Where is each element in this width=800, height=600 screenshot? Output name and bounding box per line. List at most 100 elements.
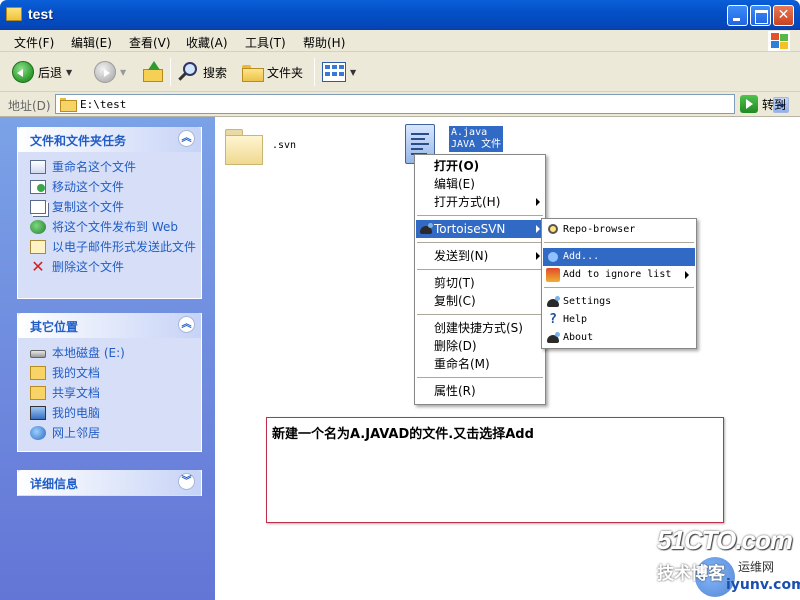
task-email[interactable]: 以电子邮件形式发送此文件 bbox=[30, 240, 201, 254]
menu-item-properties[interactable]: 属性(R) bbox=[416, 382, 544, 400]
place-label: 本地磁盘 (E:) bbox=[52, 346, 125, 360]
up-folder-button[interactable] bbox=[142, 60, 164, 84]
svn-folder-icon[interactable] bbox=[223, 125, 263, 165]
menu-favorites[interactable]: 收藏(A) bbox=[186, 34, 228, 51]
task-label: 移动这个文件 bbox=[52, 180, 125, 194]
menu-file[interactable]: 文件(F) bbox=[14, 34, 54, 51]
watermark-url: iyunv.com bbox=[726, 577, 800, 593]
svn-item-settings[interactable]: Settings bbox=[543, 293, 695, 311]
menu-item-copy[interactable]: 复制(C) bbox=[416, 292, 544, 310]
task-move[interactable]: 移动这个文件 bbox=[30, 180, 201, 194]
folders-button[interactable]: 文件夹 bbox=[241, 60, 303, 84]
back-label: 后退 bbox=[38, 65, 63, 80]
submenu-arrow-icon bbox=[536, 198, 540, 206]
menu-item-delete[interactable]: 删除(D) bbox=[416, 337, 544, 355]
about-icon bbox=[546, 331, 560, 345]
rename-icon bbox=[30, 160, 46, 174]
menu-help[interactable]: 帮助(H) bbox=[303, 34, 345, 51]
address-path: E:\test bbox=[80, 98, 127, 111]
email-icon bbox=[30, 240, 46, 254]
minimize-button[interactable] bbox=[727, 5, 748, 26]
repo-browser-icon bbox=[548, 224, 558, 234]
details-title: 详细信息 bbox=[30, 477, 79, 491]
menu-item-open[interactable]: 打开(O) bbox=[416, 157, 544, 175]
forward-dropdown-icon[interactable]: ▼ bbox=[120, 68, 126, 77]
task-label: 删除这个文件 bbox=[52, 260, 125, 274]
go-button[interactable]: 转到 bbox=[740, 95, 786, 113]
close-button[interactable]: ✕ bbox=[773, 5, 794, 26]
svn-item-help[interactable]: ? Help bbox=[543, 311, 695, 329]
menu-tools[interactable]: 工具(T) bbox=[245, 34, 286, 51]
publish-web-icon bbox=[30, 220, 46, 234]
up-folder-icon bbox=[142, 61, 164, 83]
svn-folder-label[interactable]: .svn bbox=[272, 140, 296, 151]
svn-item-label: Add to ignore list bbox=[563, 269, 672, 280]
details-panel: 详细信息 ︾ bbox=[17, 470, 202, 496]
go-label: 转到 bbox=[762, 97, 787, 112]
menu-item-edit[interactable]: 编辑(E) bbox=[416, 175, 544, 193]
my-computer-icon bbox=[30, 406, 46, 420]
windows-logo-icon bbox=[768, 31, 790, 51]
svn-item-label: Repo-browser bbox=[563, 224, 636, 235]
shared-documents-icon bbox=[30, 386, 46, 400]
watermark-ops: 运维网 bbox=[738, 560, 775, 574]
file-name: A.java bbox=[451, 127, 488, 138]
svn-item-repo-browser[interactable]: Repo-browser bbox=[543, 221, 695, 239]
menu-item-send-to[interactable]: 发送到(N) bbox=[416, 247, 544, 265]
views-dropdown-icon[interactable]: ▼ bbox=[350, 68, 356, 77]
place-shared-documents[interactable]: 共享文档 bbox=[30, 386, 201, 400]
move-icon bbox=[30, 180, 46, 194]
task-rename[interactable]: 重命名这个文件 bbox=[30, 160, 201, 174]
drive-icon bbox=[30, 350, 46, 358]
svn-item-add-ignore[interactable]: Add to ignore list bbox=[543, 266, 695, 284]
place-network[interactable]: 网上邻居 bbox=[30, 426, 201, 440]
menu-bar: 文件(F) 编辑(E) 查看(V) 收藏(A) 工具(T) 帮助(H) bbox=[0, 30, 800, 52]
place-local-disk[interactable]: 本地磁盘 (E:) bbox=[30, 346, 201, 360]
other-places-header[interactable]: 其它位置 ︽ bbox=[18, 313, 201, 338]
menu-item-label: 发送到(N) bbox=[434, 249, 489, 263]
place-my-computer[interactable]: 我的电脑 bbox=[30, 406, 201, 420]
task-delete[interactable]: ✕ 删除这个文件 bbox=[30, 259, 201, 275]
menu-view[interactable]: 查看(V) bbox=[129, 34, 171, 51]
task-copy[interactable]: 复制这个文件 bbox=[30, 200, 201, 214]
place-label: 我的电脑 bbox=[52, 406, 101, 420]
maximize-button[interactable] bbox=[750, 5, 771, 26]
window-title: test bbox=[28, 6, 53, 22]
menu-item-open-with[interactable]: 打开方式(H) bbox=[416, 193, 544, 211]
back-button[interactable]: 后退 ▼ bbox=[12, 60, 72, 84]
place-my-documents[interactable]: 我的文档 bbox=[30, 366, 201, 380]
address-input[interactable]: E:\test bbox=[55, 94, 789, 114]
collapse-chevron-icon[interactable]: ︽ bbox=[178, 316, 195, 333]
menu-item-create-shortcut[interactable]: 创建快捷方式(S) bbox=[416, 319, 544, 337]
task-label: 以电子邮件形式发送此文件 bbox=[52, 240, 197, 254]
file-type: JAVA 文件 bbox=[451, 139, 502, 150]
menu-item-cut[interactable]: 剪切(T) bbox=[416, 274, 544, 292]
collapse-chevron-icon[interactable]: ︽ bbox=[178, 130, 195, 147]
forward-button[interactable]: ▼ bbox=[94, 60, 126, 84]
tortoisesvn-submenu: Repo-browser Add... Add to ignore list S… bbox=[541, 218, 697, 349]
menu-item-tortoisesvn[interactable]: TortoiseSVN bbox=[416, 220, 544, 238]
tortoise-icon bbox=[419, 222, 433, 236]
menu-item-rename[interactable]: 重命名(M) bbox=[416, 355, 544, 373]
copy-icon bbox=[30, 200, 46, 214]
network-icon bbox=[30, 426, 46, 440]
folders-label: 文件夹 bbox=[267, 65, 304, 80]
search-icon bbox=[177, 61, 199, 83]
title-bar[interactable]: test ✕ bbox=[0, 0, 800, 30]
other-places-panel: 其它位置 ︽ 本地磁盘 (E:) 我的文档 共享文档 我的电脑 网上邻居 bbox=[17, 313, 202, 452]
svn-item-add[interactable]: Add... bbox=[543, 248, 695, 266]
folder-icon bbox=[60, 98, 77, 112]
expand-chevron-icon[interactable]: ︾ bbox=[178, 473, 195, 490]
submenu-arrow-icon bbox=[536, 225, 540, 233]
details-header[interactable]: 详细信息 ︾ bbox=[18, 470, 201, 495]
selected-file-label[interactable]: A.java JAVA 文件 bbox=[449, 126, 504, 152]
menu-edit[interactable]: 编辑(E) bbox=[71, 34, 112, 51]
task-label: 将这个文件发布到 Web bbox=[52, 220, 178, 234]
views-button[interactable]: ▼ bbox=[322, 60, 356, 84]
context-menu: 打开(O) 编辑(E) 打开方式(H) TortoiseSVN 发送到(N) 剪… bbox=[414, 154, 546, 405]
svn-item-about[interactable]: About bbox=[543, 329, 695, 347]
file-tasks-header[interactable]: 文件和文件夹任务 ︽ bbox=[18, 127, 201, 152]
back-dropdown-icon[interactable]: ▼ bbox=[66, 68, 72, 77]
task-publish-web[interactable]: 将这个文件发布到 Web bbox=[30, 220, 201, 234]
search-button[interactable]: 搜索 bbox=[177, 60, 227, 84]
